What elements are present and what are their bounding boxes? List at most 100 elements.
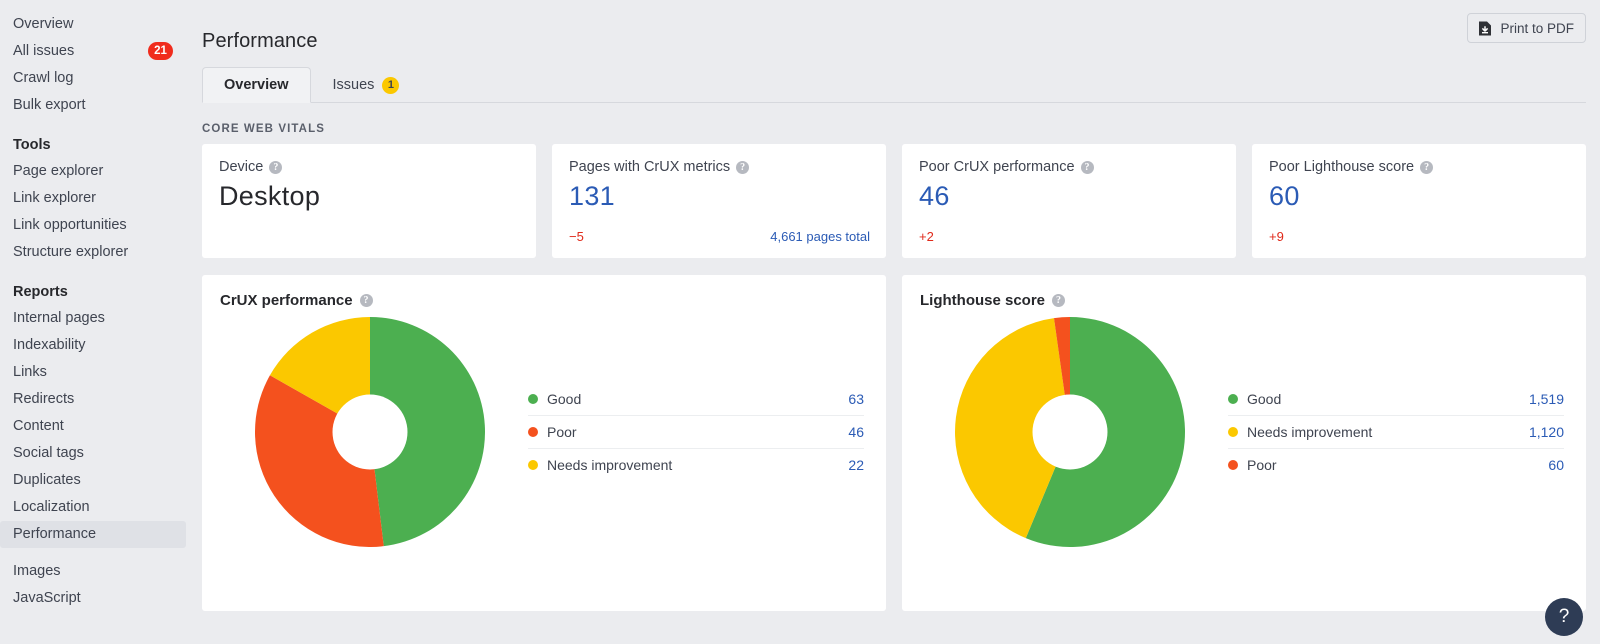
sidebar: Overview All issues 21 Crawl log Bulk export… [0, 0, 189, 644]
metric-card-footer: −5 4,661 pages total [569, 229, 870, 244]
legend-value[interactable]: 1,519 [1529, 391, 1564, 407]
metric-card-label-wrap: Poor CrUX performance? [919, 159, 1220, 175]
sidebar-item-redirects[interactable]: Redirects [0, 386, 189, 413]
sidebar-item-label: Redirects [13, 391, 74, 407]
sidebar-item-internal-pages[interactable]: Internal pages [0, 305, 189, 332]
sidebar-item-label: Performance [13, 526, 96, 542]
help-icon[interactable]: ? [1081, 161, 1094, 174]
help-icon[interactable]: ? [360, 294, 373, 307]
metric-card-device: Device? Desktop [202, 144, 536, 258]
donut-chart [220, 317, 520, 547]
tab-badge-issues: 1 [382, 77, 399, 94]
sidebar-item-label: Page explorer [13, 163, 103, 179]
chart-card-lighthouse-score: Lighthouse score?Good1,519Needs improvem… [902, 275, 1586, 611]
sidebar-item-overview[interactable]: Overview [0, 11, 189, 38]
sidebar-top-section: Overview All issues 21 Crawl log Bulk export [0, 11, 189, 119]
tab-issues[interactable]: Issues1 [311, 67, 422, 103]
legend-color-dot [1228, 394, 1238, 404]
metric-card-label: Poor Lighthouse score [1269, 159, 1414, 175]
sidebar-item-localization[interactable]: Localization [0, 494, 189, 521]
metric-card-total-link[interactable]: 4,661 pages total [770, 229, 870, 244]
sidebar-heading-tools: Tools [0, 130, 189, 158]
metric-card-value: Desktop [219, 181, 520, 212]
sidebar-item-content[interactable]: Content [0, 413, 189, 440]
legend-label: Needs improvement [547, 457, 848, 473]
metric-card-poor-lighthouse-score: Poor Lighthouse score? 60 +9 [1252, 144, 1586, 258]
sidebar-item-crawl-log[interactable]: Crawl log [0, 65, 189, 92]
sidebar-item-label: Indexability [13, 337, 86, 353]
sidebar-divider [0, 548, 189, 558]
metric-card-delta: +2 [919, 229, 934, 244]
metric-card-label-wrap: Device? [219, 159, 520, 175]
sidebar-item-duplicates[interactable]: Duplicates [0, 467, 189, 494]
chart-body: Good63Poor46Needs improvement22 [220, 317, 886, 547]
sidebar-item-label: Localization [13, 499, 90, 515]
metric-cards-row: Device? Desktop Pages with CrUX metrics? 13… [189, 144, 1600, 258]
metric-card-delta: +9 [1269, 229, 1284, 244]
sidebar-item-label: JavaScript [13, 590, 81, 606]
metric-card-poor-crux-performance: Poor CrUX performance? 46 +2 [902, 144, 1236, 258]
metric-card-label-wrap: Pages with CrUX metrics? [569, 159, 870, 175]
tab-bar: Overview Issues1 [189, 67, 1600, 103]
pdf-download-icon [1478, 21, 1492, 36]
legend-value[interactable]: 22 [848, 457, 864, 473]
legend-value[interactable]: 63 [848, 391, 864, 407]
legend-color-dot [528, 394, 538, 404]
legend-row: Poor60 [1228, 449, 1564, 482]
help-icon[interactable]: ? [269, 161, 282, 174]
sidebar-item-performance[interactable]: Performance [0, 521, 186, 548]
help-button[interactable]: ? [1545, 598, 1583, 636]
sidebar-item-label: Links [13, 364, 47, 380]
legend-row: Needs improvement22 [528, 449, 864, 482]
legend-row: Good63 [528, 383, 864, 416]
donut-chart [920, 317, 1220, 547]
legend-label: Poor [1247, 457, 1548, 473]
sidebar-item-links[interactable]: Links [0, 359, 189, 386]
sidebar-reports-section: Internal pages Indexability Links Redirects… [0, 305, 189, 548]
help-icon[interactable]: ? [1420, 161, 1433, 174]
help-icon[interactable]: ? [736, 161, 749, 174]
legend-color-dot [1228, 427, 1238, 437]
help-icon[interactable]: ? [1052, 294, 1065, 307]
sidebar-item-javascript[interactable]: JavaScript [0, 585, 189, 612]
sidebar-item-images[interactable]: Images [0, 558, 189, 585]
sidebar-badge-all-issues: 21 [148, 42, 173, 60]
tab-overview[interactable]: Overview [202, 67, 311, 103]
tab-label: Overview [224, 68, 289, 103]
legend-value[interactable]: 60 [1548, 457, 1564, 473]
sidebar-item-bulk-export[interactable]: Bulk export [0, 92, 189, 119]
legend-row: Needs improvement1,120 [1228, 416, 1564, 449]
chart-title-text: CrUX performance [220, 292, 353, 309]
legend-color-dot [528, 427, 538, 437]
sidebar-item-all-issues[interactable]: All issues 21 [0, 38, 189, 65]
metric-card-value[interactable]: 131 [569, 181, 870, 212]
metric-card-delta: −5 [569, 229, 584, 244]
metric-card-label-wrap: Poor Lighthouse score? [1269, 159, 1570, 175]
section-label-core-web-vitals: CORE WEB VITALS [189, 103, 1600, 144]
sidebar-item-label: Link explorer [13, 190, 96, 206]
chart-title-wrap: CrUX performance? [220, 292, 886, 309]
metric-card-value[interactable]: 46 [919, 181, 1220, 212]
sidebar-item-link-opportunities[interactable]: Link opportunities [0, 212, 189, 239]
legend-value[interactable]: 46 [848, 424, 864, 440]
sidebar-item-indexability[interactable]: Indexability [0, 332, 189, 359]
legend-label: Needs improvement [1247, 424, 1529, 440]
legend-value[interactable]: 1,120 [1529, 424, 1564, 440]
sidebar-item-label: Duplicates [13, 472, 81, 488]
chart-legend: Good63Poor46Needs improvement22 [528, 383, 886, 482]
metric-card-pages-with-crux-metrics: Pages with CrUX metrics? 131 −5 4,661 pages… [552, 144, 886, 258]
metric-card-value[interactable]: 60 [1269, 181, 1570, 212]
chart-cards-row: CrUX performance? Good63 Poor 46 Needs impro… [189, 258, 1600, 611]
sidebar-item-label: Bulk export [13, 97, 86, 113]
metric-card-label: Pages with CrUX metrics [569, 159, 730, 175]
sidebar-item-link-explorer[interactable]: Link explorer [0, 185, 189, 212]
sidebar-tools-section: Page explorer Link explorer Link opportuni… [0, 158, 189, 266]
sidebar-item-page-explorer[interactable]: Page explorer [0, 158, 189, 185]
sidebar-item-label: Structure explorer [13, 244, 128, 260]
metric-card-label: Device [219, 159, 263, 175]
sidebar-item-label: Internal pages [13, 310, 105, 326]
sidebar-item-structure-explorer[interactable]: Structure explorer [0, 239, 189, 266]
print-to-pdf-button[interactable]: Print to PDF [1467, 13, 1586, 43]
sidebar-item-social-tags[interactable]: Social tags [0, 440, 189, 467]
sidebar-item-label: All issues [13, 43, 74, 59]
